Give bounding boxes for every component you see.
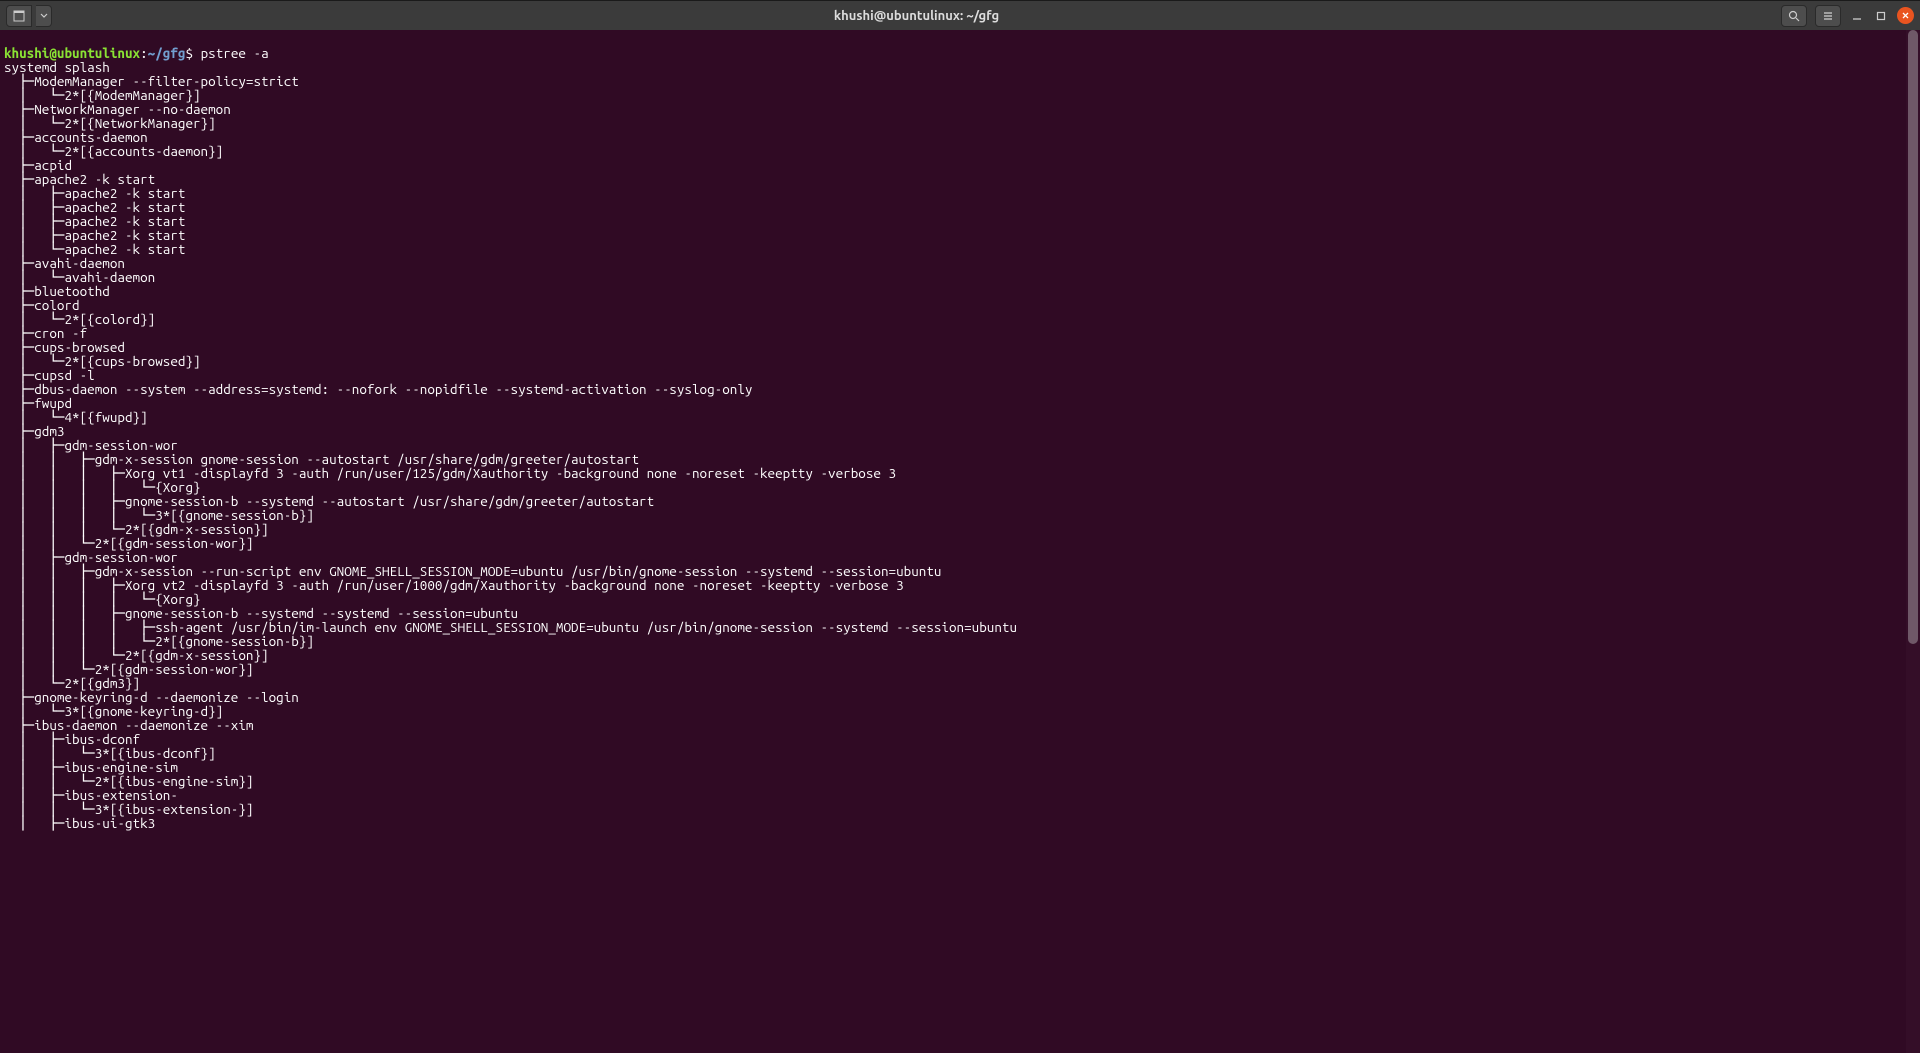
maximize-button[interactable] bbox=[1873, 8, 1889, 24]
minimize-button[interactable] bbox=[1849, 8, 1865, 24]
titlebar-left-controls bbox=[6, 5, 52, 27]
maximize-icon bbox=[1876, 11, 1886, 21]
hamburger-icon bbox=[1822, 10, 1834, 22]
terminal-icon bbox=[13, 10, 25, 22]
prompt-dollar: $ bbox=[185, 45, 193, 61]
new-tab-dropdown-button[interactable] bbox=[36, 5, 52, 27]
prompt-path: ~/gfg bbox=[148, 45, 186, 61]
minimize-icon bbox=[1852, 11, 1862, 21]
window-titlebar: khushi@ubuntulinux: ~/gfg bbox=[0, 0, 1920, 30]
command-text: pstree -a bbox=[193, 45, 269, 61]
scrollbar-track[interactable] bbox=[1906, 30, 1920, 1053]
window-title: khushi@ubuntulinux: ~/gfg bbox=[52, 9, 1781, 23]
search-button[interactable] bbox=[1781, 5, 1807, 27]
close-button[interactable] bbox=[1897, 7, 1914, 24]
terminal-output-area[interactable]: khushi@ubuntulinux:~/gfg$ pstree -a syst… bbox=[0, 30, 1920, 846]
pstree-output: systemd splash ├─ModemManager --filter-p… bbox=[4, 60, 1916, 830]
close-icon bbox=[1901, 11, 1910, 20]
scrollbar-thumb[interactable] bbox=[1908, 30, 1918, 644]
menu-button[interactable] bbox=[1815, 5, 1841, 27]
search-icon bbox=[1788, 10, 1800, 22]
chevron-down-icon bbox=[40, 12, 48, 20]
prompt-colon: : bbox=[140, 45, 148, 61]
titlebar-right-controls bbox=[1781, 5, 1914, 27]
new-tab-button[interactable] bbox=[6, 5, 32, 27]
